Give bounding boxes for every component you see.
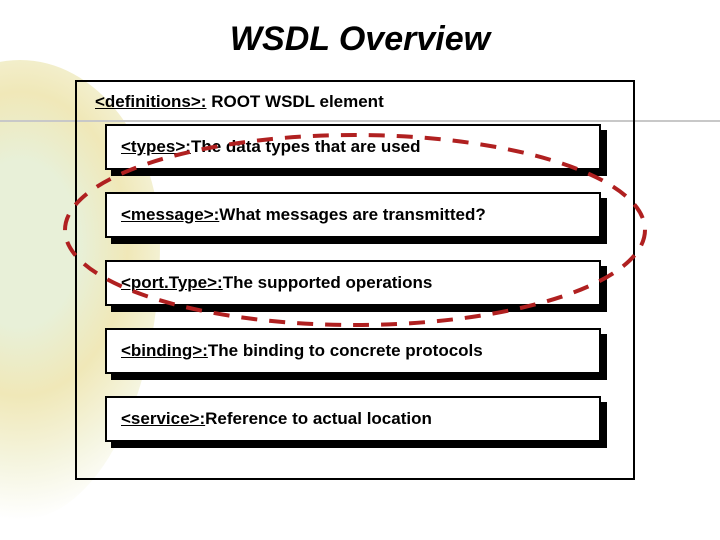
inner-rows: <types>: The data types that are used <m… xyxy=(95,124,615,446)
message-element: <message>: xyxy=(121,205,219,225)
message-desc: What messages are transmitted? xyxy=(219,205,485,225)
porttype-element: <port.Type>: xyxy=(121,273,223,293)
binding-element: <binding>: xyxy=(121,341,208,361)
message-content: <message>: What messages are transmitted… xyxy=(105,192,601,238)
slide-title: WSDL Overview xyxy=(0,20,720,59)
binding-box: <binding>: The binding to concrete proto… xyxy=(105,328,605,378)
service-content: <service>: Reference to actual location xyxy=(105,396,601,442)
service-desc: Reference to actual location xyxy=(205,409,432,429)
definitions-box: <definitions>: ROOT WSDL element <types>… xyxy=(75,80,635,480)
definitions-desc: ROOT WSDL element xyxy=(206,92,383,111)
service-box: <service>: Reference to actual location xyxy=(105,396,605,446)
service-element: <service>: xyxy=(121,409,205,429)
types-box: <types>: The data types that are used xyxy=(105,124,605,174)
binding-content: <binding>: The binding to concrete proto… xyxy=(105,328,601,374)
porttype-content: <port.Type>: The supported operations xyxy=(105,260,601,306)
binding-desc: The binding to concrete protocols xyxy=(208,341,483,361)
porttype-box: <port.Type>: The supported operations xyxy=(105,260,605,310)
definitions-element: <definitions>: xyxy=(95,92,206,111)
message-box: <message>: What messages are transmitted… xyxy=(105,192,605,242)
porttype-desc: The supported operations xyxy=(223,273,433,293)
types-desc: The data types that are used xyxy=(191,137,421,157)
types-content: <types>: The data types that are used xyxy=(105,124,601,170)
definitions-label: <definitions>: ROOT WSDL element xyxy=(95,92,615,112)
types-element: <types>: xyxy=(121,137,191,157)
